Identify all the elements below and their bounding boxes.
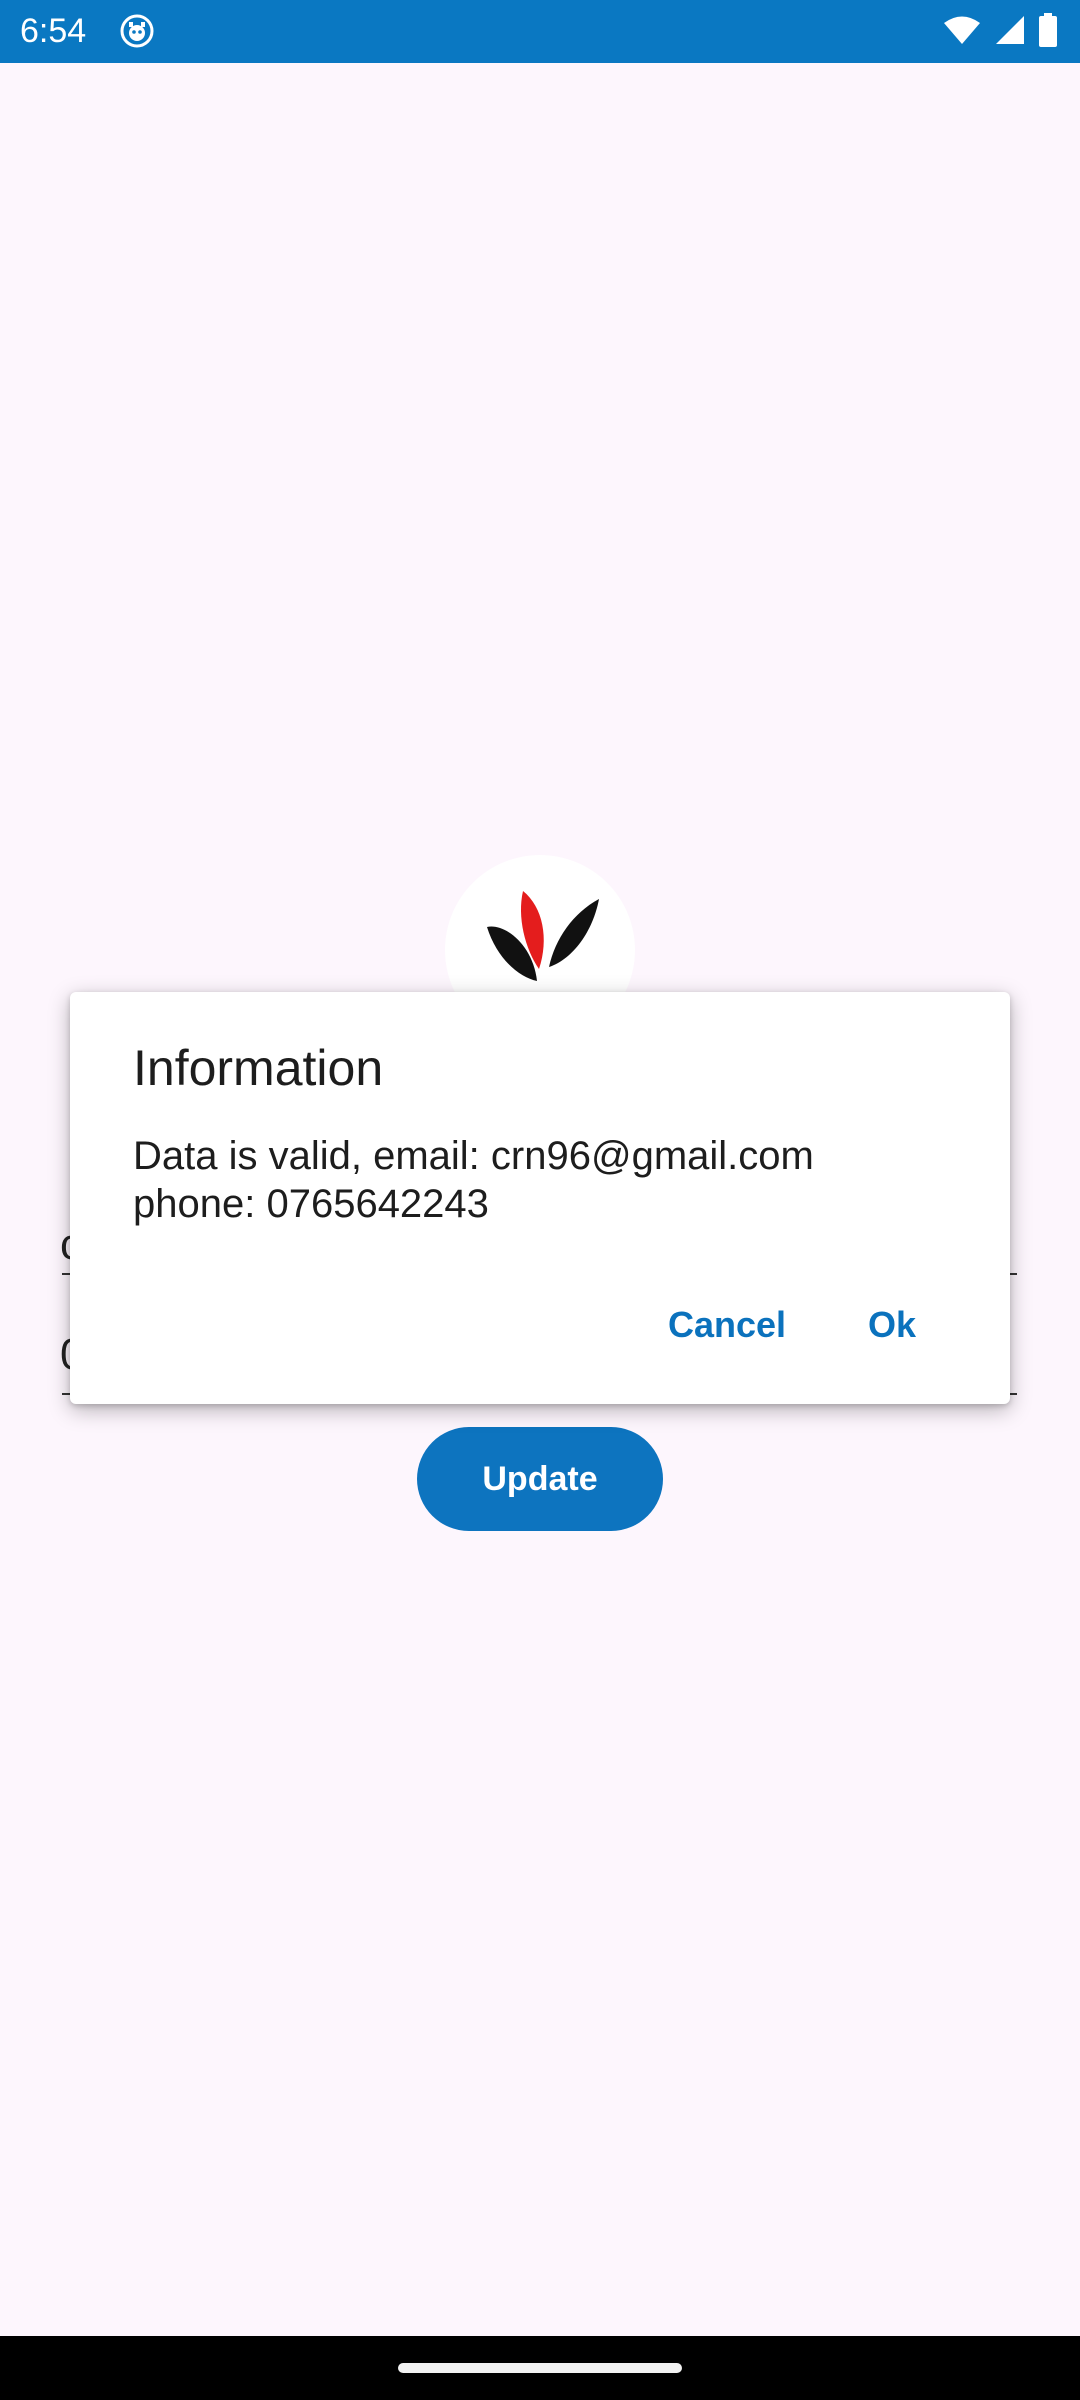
dialog-title: Information: [133, 1040, 384, 1096]
ok-button[interactable]: Ok: [862, 1294, 922, 1356]
leaf-logo-icon: [487, 891, 599, 981]
dialog-message: Data is valid, email: crn96@gmail.com ph…: [133, 1132, 953, 1228]
information-dialog: Information Data is valid, email: crn96@…: [70, 992, 1010, 1404]
cancel-button[interactable]: Cancel: [662, 1294, 792, 1356]
dialog-message-line-phone: phone: 0765642243: [133, 1182, 489, 1226]
update-button[interactable]: Update: [417, 1427, 663, 1531]
status-bar: 6:54: [0, 0, 1080, 63]
status-icons: [942, 12, 1058, 52]
battery-icon: [1038, 12, 1058, 52]
home-gesture-handle[interactable]: [398, 2363, 682, 2373]
app-notification-icon: [120, 14, 154, 48]
wifi-icon: [942, 14, 982, 51]
dialog-message-line-email: Data is valid, email: crn96@gmail.com: [133, 1134, 814, 1178]
cell-signal-icon: [994, 14, 1026, 51]
status-time: 6:54: [20, 12, 87, 50]
